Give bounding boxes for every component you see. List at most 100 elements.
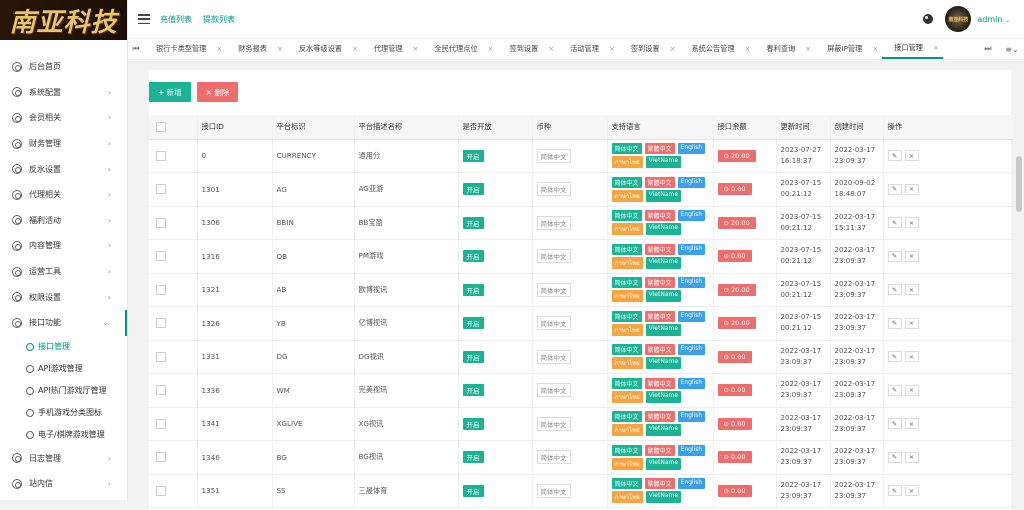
- edit-icon[interactable]: ✎: [887, 250, 902, 262]
- sidebar-item[interactable]: 会员相关 ›: [0, 105, 127, 131]
- open-status-badge[interactable]: 开启: [462, 183, 484, 196]
- menu-toggle-icon[interactable]: [138, 14, 150, 24]
- submenu-item[interactable]: API热门游戏厅管理: [26, 380, 127, 402]
- tab[interactable]: 系统公告管理 ×: [679, 39, 754, 59]
- submenu-item[interactable]: 手机游戏分类图标: [26, 402, 127, 424]
- edit-icon[interactable]: ✎: [887, 351, 902, 363]
- avatar[interactable]: 南亚科技: [945, 6, 972, 32]
- withdraw-list-link[interactable]: 提款列表: [203, 14, 235, 25]
- edit-icon[interactable]: ✎: [887, 384, 902, 396]
- delete-icon[interactable]: ×: [904, 384, 919, 396]
- tabs-scroll-left-icon[interactable]: ⏮: [128, 44, 144, 54]
- delete-icon[interactable]: ×: [904, 250, 919, 262]
- sidebar-item[interactable]: 财务管理 ›: [0, 131, 127, 157]
- submenu-item[interactable]: 接口管理: [26, 336, 127, 358]
- tab[interactable]: 接口管理 ×: [882, 39, 943, 59]
- delete-icon[interactable]: ×: [904, 150, 919, 162]
- tab[interactable]: 反水等级设置 ×: [287, 39, 362, 59]
- recharge-list-link[interactable]: 充值列表: [160, 14, 192, 25]
- row-checkbox[interactable]: [156, 351, 166, 362]
- balance-badge[interactable]: ⊙ 0.00: [717, 350, 752, 363]
- balance-badge[interactable]: ⊙ 0.00: [717, 417, 752, 430]
- balance-badge[interactable]: ⊙ 20.00: [717, 149, 756, 162]
- balance-badge[interactable]: ⊙ 20.00: [717, 317, 756, 330]
- tab[interactable]: 活动管理 ×: [558, 39, 619, 59]
- row-checkbox[interactable]: [156, 452, 166, 463]
- edit-icon[interactable]: ✎: [887, 284, 902, 296]
- edit-icon[interactable]: ✎: [887, 485, 902, 497]
- open-status-badge[interactable]: 开启: [462, 451, 484, 464]
- tab[interactable]: 全民代理点位 ×: [423, 39, 498, 59]
- close-icon[interactable]: ×: [216, 45, 222, 53]
- scrollbar-thumb[interactable]: [1016, 156, 1022, 212]
- delete-button[interactable]: × 删除: [196, 82, 239, 102]
- theme-palette-icon[interactable]: [923, 14, 934, 24]
- balance-badge[interactable]: ⊙ 0.00: [717, 183, 752, 196]
- sidebar-item[interactable]: 内容管理 ›: [0, 233, 127, 259]
- row-checkbox[interactable]: [156, 485, 166, 496]
- close-icon[interactable]: ×: [352, 45, 358, 53]
- edit-icon[interactable]: ✎: [887, 418, 902, 430]
- select-all-checkbox[interactable]: [156, 121, 166, 132]
- edit-icon[interactable]: ✎: [887, 183, 902, 195]
- open-status-badge[interactable]: 开启: [462, 250, 484, 263]
- open-status-badge[interactable]: 开启: [462, 384, 484, 397]
- balance-badge[interactable]: ⊙ 0.00: [717, 250, 752, 263]
- row-checkbox[interactable]: [156, 150, 166, 161]
- close-icon[interactable]: ×: [872, 45, 878, 53]
- delete-icon[interactable]: ×: [904, 284, 919, 296]
- tab[interactable]: 代理管理 ×: [362, 39, 423, 59]
- sidebar-item[interactable]: 代理相关 ›: [0, 182, 127, 208]
- open-status-badge[interactable]: 开启: [462, 283, 484, 296]
- close-icon[interactable]: ×: [805, 45, 811, 53]
- delete-icon[interactable]: ×: [904, 451, 919, 463]
- balance-badge[interactable]: ⊙ 0.00: [717, 384, 752, 397]
- close-icon[interactable]: ×: [670, 45, 676, 53]
- open-status-badge[interactable]: 开启: [462, 484, 484, 497]
- row-checkbox[interactable]: [156, 284, 166, 295]
- submenu-item[interactable]: 电子/棋牌游戏管理: [26, 424, 127, 446]
- sidebar-item[interactable]: 权限设置 ›: [0, 284, 127, 310]
- close-icon[interactable]: ×: [548, 45, 554, 53]
- row-checkbox[interactable]: [156, 251, 166, 262]
- sidebar-item[interactable]: 反水设置 ›: [0, 156, 127, 182]
- delete-icon[interactable]: ×: [904, 418, 919, 430]
- tab[interactable]: 签到设置 ×: [498, 39, 559, 59]
- tab[interactable]: 春利查询 ×: [754, 39, 815, 59]
- balance-badge[interactable]: ⊙ 0.00: [717, 451, 752, 464]
- close-icon[interactable]: ×: [609, 45, 615, 53]
- edit-icon[interactable]: ✎: [887, 451, 902, 463]
- sidebar-item[interactable]: 日志管理 ›: [0, 446, 127, 472]
- open-status-badge[interactable]: 开启: [462, 350, 484, 363]
- balance-badge[interactable]: ⊙ 20.00: [717, 283, 756, 296]
- delete-icon[interactable]: ×: [904, 183, 919, 195]
- page-scrollbar[interactable]: [1014, 60, 1024, 500]
- row-checkbox[interactable]: [156, 184, 166, 195]
- logo[interactable]: 南亚科技: [0, 0, 127, 40]
- user-menu[interactable]: admin ⌄: [977, 15, 1010, 24]
- close-icon[interactable]: ×: [277, 45, 283, 53]
- submenu-item[interactable]: API游戏管理: [26, 358, 127, 380]
- tabs-menu-icon[interactable]: ≡⌄: [1000, 45, 1024, 54]
- close-icon[interactable]: ×: [933, 44, 939, 52]
- row-checkbox[interactable]: [156, 418, 166, 429]
- edit-icon[interactable]: ✎: [887, 150, 902, 162]
- tab[interactable]: 财务报表 ×: [226, 39, 287, 59]
- tab[interactable]: 屏蔽IP管理 ×: [815, 39, 882, 59]
- tabs-scroll-right-icon[interactable]: ⏭: [976, 44, 1000, 54]
- open-status-badge[interactable]: 开启: [462, 317, 484, 330]
- sidebar-item[interactable]: 站内信 ›: [0, 471, 127, 497]
- row-checkbox[interactable]: [156, 318, 166, 329]
- open-status-badge[interactable]: 开启: [462, 417, 484, 430]
- delete-icon[interactable]: ×: [904, 217, 919, 229]
- delete-icon[interactable]: ×: [904, 317, 919, 329]
- row-checkbox[interactable]: [156, 217, 166, 228]
- balance-badge[interactable]: ⊙ 0.00: [717, 484, 752, 497]
- edit-icon[interactable]: ✎: [887, 317, 902, 329]
- tab[interactable]: 银行卡类型管理 ×: [144, 39, 226, 59]
- sidebar-item[interactable]: 接口功能 ⌄: [0, 309, 127, 336]
- sidebar-item[interactable]: 后台首页: [0, 54, 127, 80]
- delete-icon[interactable]: ×: [904, 351, 919, 363]
- sidebar-item[interactable]: 系统配置 ›: [0, 80, 127, 106]
- close-icon[interactable]: ×: [488, 45, 494, 53]
